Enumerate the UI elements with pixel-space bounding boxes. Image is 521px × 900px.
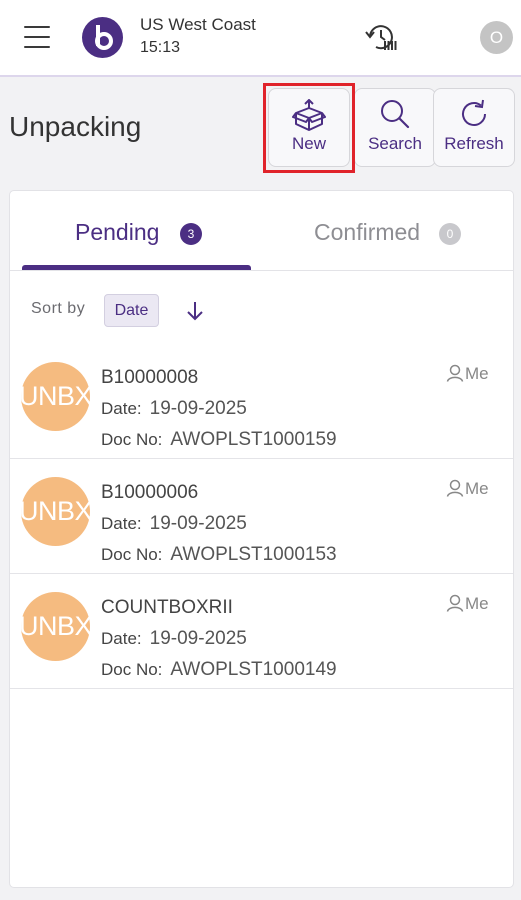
person-icon [446, 364, 464, 382]
tab-pending-label: Pending [75, 219, 160, 245]
person-icon [446, 594, 464, 612]
document-number: AWOPLST1000153 [170, 544, 337, 565]
document-number-line: Doc No: AWOPLST1000159 [101, 429, 337, 451]
refresh-button[interactable]: Refresh [433, 88, 515, 167]
date-label: Date: [101, 514, 142, 533]
region-name: US West Coast [140, 15, 256, 34]
confirmed-count-badge: 0 [439, 223, 461, 245]
arrow-down-icon[interactable] [184, 299, 206, 323]
document-number: AWOPLST1000149 [170, 659, 337, 680]
document-avatar: UNBX [19, 477, 93, 546]
tab-confirmed[interactable]: Confirmed 0 [262, 191, 513, 271]
sort-field-chip[interactable]: Date [104, 294, 159, 327]
document-avatar: UNBX [19, 592, 93, 661]
page-title: Unpacking [9, 111, 142, 142]
document-date: 19-09-2025 [149, 628, 247, 649]
search-button-label: Search [368, 134, 422, 153]
new-box-icon [292, 99, 326, 131]
status-tabs: Pending 3 Confirmed 0 [10, 191, 513, 271]
person-icon [446, 479, 464, 497]
history-icon[interactable] [364, 22, 398, 54]
document-number: AWOPLST1000159 [170, 429, 337, 450]
document-list: UNBX B10000008 Date: 19-09-2025 Doc No: AW… [10, 344, 513, 689]
avatar-text: UNBX [18, 611, 93, 641]
refresh-icon [462, 99, 486, 126]
document-date: 19-09-2025 [149, 513, 247, 534]
top-bar: US West Coast 15:13 O [0, 0, 521, 77]
doc-no-label: Doc No: [101, 430, 163, 449]
hamburger-icon[interactable] [24, 26, 50, 48]
document-code: COUNTBOXRII [101, 597, 233, 618]
owner-name: Me [465, 364, 489, 383]
owner-tag: Me [446, 479, 489, 499]
list-item[interactable]: UNBX COUNTBOXRII Date: 19-09-2025 Doc No:… [10, 574, 513, 689]
document-number-line: Doc No: AWOPLST1000149 [101, 659, 337, 681]
doc-no-label: Doc No: [101, 660, 163, 679]
document-date: 19-09-2025 [149, 398, 247, 419]
sort-label: Sort by [31, 300, 86, 317]
search-button[interactable]: Search [354, 88, 436, 167]
document-avatar: UNBX [19, 362, 93, 431]
document-date-line: Date: 19-09-2025 [101, 628, 247, 650]
owner-name: Me [465, 479, 489, 498]
list-item[interactable]: UNBX B10000008 Date: 19-09-2025 Doc No: AW… [10, 344, 513, 459]
user-avatar[interactable]: O [480, 21, 513, 54]
document-code: B10000008 [101, 367, 199, 388]
new-button[interactable]: New [268, 88, 350, 167]
document-number-line: Doc No: AWOPLST1000153 [101, 544, 337, 566]
document-list-card: Pending 3 Confirmed 0 Sort by Date UNBX … [9, 190, 514, 888]
doc-no-label: Doc No: [101, 545, 163, 564]
owner-tag: Me [446, 594, 489, 614]
avatar-text: UNBX [18, 496, 93, 526]
clock-time: 15:13 [140, 39, 181, 56]
brand-logo [82, 17, 123, 58]
tab-pending[interactable]: Pending 3 [22, 191, 262, 271]
document-code: B10000006 [101, 482, 199, 503]
active-tab-indicator [22, 265, 251, 270]
tab-confirmed-label: Confirmed [314, 219, 421, 245]
search-icon [381, 100, 410, 129]
list-item[interactable]: UNBX B10000006 Date: 19-09-2025 Doc No: AW… [10, 459, 513, 574]
refresh-button-label: Refresh [444, 134, 504, 153]
date-label: Date: [101, 399, 142, 418]
avatar-text: UNBX [18, 381, 93, 411]
document-date-line: Date: 19-09-2025 [101, 513, 247, 535]
date-label: Date: [101, 629, 142, 648]
owner-name: Me [465, 594, 489, 613]
new-button-label: New [291, 134, 326, 153]
document-date-line: Date: 19-09-2025 [101, 398, 247, 420]
owner-tag: Me [446, 364, 489, 384]
pending-count-badge: 3 [180, 223, 202, 245]
